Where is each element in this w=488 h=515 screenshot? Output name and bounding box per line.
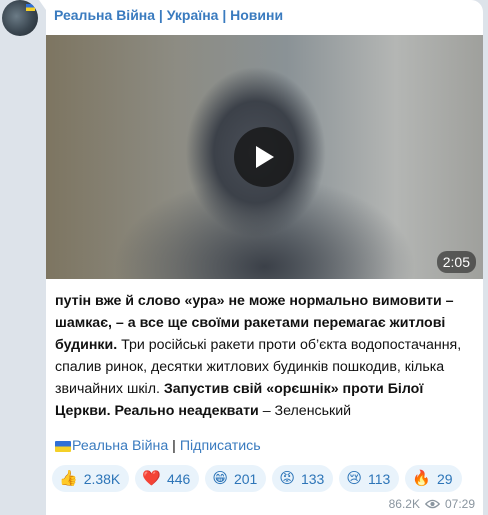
video-player[interactable]: 2:05 bbox=[46, 35, 483, 279]
reaction-count: 133 bbox=[300, 470, 325, 487]
ukraine-flag-icon bbox=[55, 440, 71, 452]
footer-separator: | bbox=[168, 438, 180, 454]
footer-links: Реальна Війна | Підписатись bbox=[55, 438, 261, 454]
reaction-count: 2.38K bbox=[83, 470, 121, 487]
grin-icon: 😁 bbox=[212, 470, 228, 487]
reaction-count: 29 bbox=[436, 470, 453, 487]
angry-face-icon: 😡 bbox=[279, 470, 295, 487]
message-bubble: Реальна Війна | Україна | Новини 2:05 пу… bbox=[39, 0, 483, 515]
reaction-grin[interactable]: 😁 201 bbox=[205, 465, 267, 492]
message-time: 07:29 bbox=[444, 497, 475, 511]
reaction-fire[interactable]: 🔥 29 bbox=[405, 465, 462, 492]
reaction-count: 113 bbox=[367, 470, 391, 487]
message-text-2: – Зеленський bbox=[258, 403, 352, 419]
reactions-bar: 👍 2.38K ❤️ 446 😁 201 😡 133 😢 113 🔥 29 bbox=[52, 465, 462, 492]
reaction-heart[interactable]: ❤️ 446 bbox=[135, 465, 200, 492]
heart-icon: ❤️ bbox=[142, 470, 161, 487]
channel-avatar[interactable] bbox=[2, 0, 38, 36]
play-icon bbox=[256, 146, 274, 168]
ukraine-flag-icon bbox=[26, 4, 35, 11]
fire-icon: 🔥 bbox=[412, 470, 431, 487]
channel-name[interactable]: Реальна Війна | Україна | Новини bbox=[54, 7, 283, 23]
reaction-angry[interactable]: 😡 133 bbox=[272, 465, 334, 492]
channel-link[interactable]: Реальна Війна bbox=[72, 438, 168, 454]
eye-icon bbox=[424, 499, 440, 509]
message-meta: 86.2K 07:29 bbox=[389, 497, 475, 511]
reaction-thumbs-up[interactable]: 👍 2.38K bbox=[52, 465, 130, 492]
thumbs-up-icon: 👍 bbox=[59, 470, 78, 487]
play-button[interactable] bbox=[234, 127, 294, 187]
message-text: путін вже й слово «ура» не може нормальн… bbox=[55, 290, 477, 422]
reaction-crying[interactable]: 😢 113 bbox=[339, 465, 400, 492]
view-count: 86.2K bbox=[388, 497, 420, 511]
reaction-count: 201 bbox=[233, 470, 258, 487]
reaction-count: 446 bbox=[166, 470, 191, 487]
crying-face-icon: 😢 bbox=[346, 470, 362, 487]
subscribe-link[interactable]: Підписатись bbox=[180, 438, 261, 454]
video-duration: 2:05 bbox=[436, 251, 476, 273]
